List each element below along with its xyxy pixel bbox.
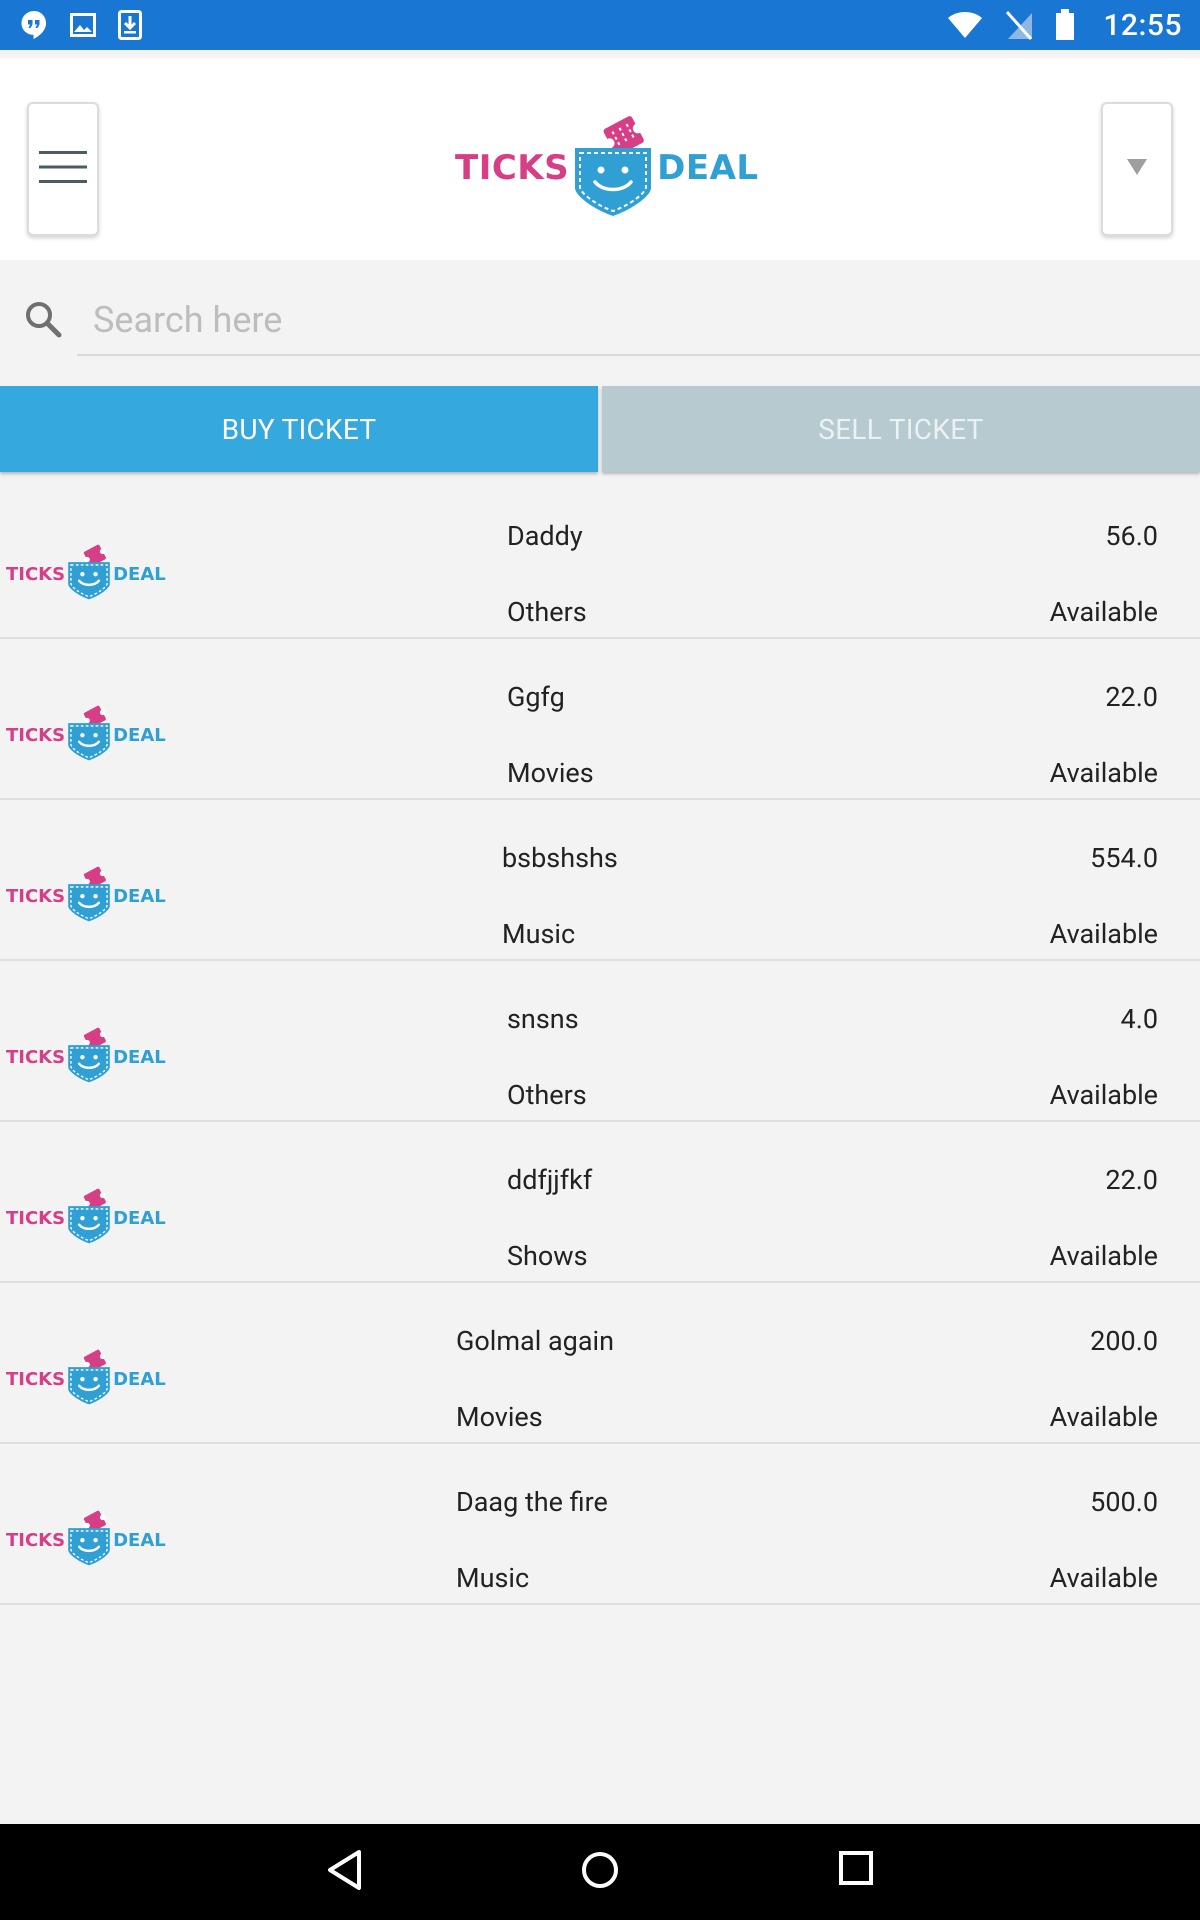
ticket-name: Golmal again (456, 1325, 614, 1357)
ticket-logo: TICKS DEAL (6, 542, 166, 606)
ticket-row[interactable]: TICKS DEAL Ggfg Movies 22.0 Available (0, 639, 1200, 800)
pocket-smile-icon (66, 1508, 112, 1572)
logo-text-left: TICKS (6, 885, 66, 907)
app-logo: TICKS DEAL (455, 114, 759, 222)
download-icon (118, 10, 142, 40)
ticket-price: 56.0 (1105, 520, 1158, 552)
pocket-smile-icon (66, 1347, 112, 1411)
ticket-price: 22.0 (1105, 681, 1158, 713)
ticket-price: 200.0 (1090, 1325, 1158, 1357)
ticket-category: Movies (507, 757, 594, 789)
hangouts-icon (20, 10, 48, 40)
search-icon (24, 300, 62, 342)
ticket-category: Music (502, 918, 576, 950)
status-time: 12:55 (1103, 7, 1182, 43)
pocket-smile-icon (66, 1025, 112, 1089)
home-icon[interactable] (580, 1848, 620, 1896)
ticket-status: Available (1049, 1562, 1158, 1594)
pocket-smile-icon (66, 542, 112, 606)
ticket-price: 4.0 (1120, 1003, 1158, 1035)
wifi-icon (947, 11, 983, 39)
ticket-row[interactable]: TICKS DEAL Daddy Others 56.0 Available (0, 478, 1200, 639)
logo-text-left: TICKS (6, 563, 66, 585)
ticket-logo: TICKS DEAL (6, 1347, 166, 1411)
battery-icon (1055, 9, 1075, 41)
ticket-category: Others (507, 1079, 587, 1111)
ticket-row[interactable]: TICKS DEAL Golmal again Movies 200.0 Ava… (0, 1283, 1200, 1444)
ticket-logo: TICKS DEAL (6, 703, 166, 767)
ticket-logo: TICKS DEAL (6, 864, 166, 928)
logo-text-right: DEAL (113, 724, 166, 746)
image-icon (70, 13, 96, 37)
ticket-logo: TICKS DEAL (6, 1508, 166, 1572)
logo-text-left: TICKS (6, 1046, 66, 1068)
pocket-smile-icon (571, 114, 655, 222)
ticket-price: 500.0 (1090, 1486, 1158, 1518)
logo-text-left: TICKS (6, 1207, 66, 1229)
ticket-logo: TICKS DEAL (6, 1025, 166, 1089)
search-bar (0, 260, 1200, 360)
ticket-status: Available (1049, 757, 1158, 789)
tab-buy-ticket[interactable]: BUY TICKET (0, 386, 598, 472)
search-input[interactable] (77, 286, 1200, 356)
pocket-smile-icon (66, 1186, 112, 1250)
ticket-status: Available (1049, 1240, 1158, 1272)
ticket-row[interactable]: TICKS DEAL snsns Others 4.0 Available (0, 961, 1200, 1122)
logo-text-right: DEAL (113, 885, 166, 907)
hamburger-menu-icon (39, 150, 87, 188)
ticket-logo: TICKS DEAL (6, 1186, 166, 1250)
ticket-name: snsns (507, 1003, 579, 1035)
ticket-status: Available (1049, 1079, 1158, 1111)
ticket-category: Music (456, 1562, 530, 1594)
ticket-row[interactable]: TICKS DEAL ddfjjfkf Shows 22.0 Available (0, 1122, 1200, 1283)
status-bar: 12:55 (0, 0, 1200, 50)
logo-text-right: DEAL (113, 1207, 166, 1229)
ticket-name: Daag the fire (456, 1486, 608, 1518)
system-nav-bar (0, 1824, 1200, 1920)
ticket-list: TICKS DEAL Daddy Others 56.0 Available T… (0, 478, 1200, 1605)
recents-icon[interactable] (838, 1850, 874, 1890)
ticket-row[interactable]: TICKS DEAL Daag the fire Music 500.0 Ava… (0, 1444, 1200, 1605)
logo-text-left: TICKS (6, 1529, 66, 1551)
logo-text-left: TICKS (455, 148, 570, 188)
logo-text-left: TICKS (6, 1368, 66, 1390)
ticket-price: 554.0 (1090, 842, 1158, 874)
logo-text-right: DEAL (113, 563, 166, 585)
ticket-row[interactable]: TICKS DEAL bsbshshs Music 554.0 Availabl… (0, 800, 1200, 961)
tab-sell-ticket[interactable]: SELL TICKET (602, 386, 1200, 472)
ticket-status: Available (1049, 1401, 1158, 1433)
logo-text-right: DEAL (113, 1529, 166, 1551)
back-icon[interactable] (325, 1848, 365, 1896)
menu-button[interactable] (27, 102, 99, 236)
ticket-name: ddfjjfkf (507, 1164, 593, 1196)
ticket-name: Ggfg (507, 681, 565, 713)
ticket-category: Others (507, 596, 587, 628)
ticket-price: 22.0 (1105, 1164, 1158, 1196)
no-sim-icon (1005, 10, 1033, 40)
logo-text-right: DEAL (113, 1368, 166, 1390)
ticket-category: Movies (456, 1401, 543, 1433)
ticket-status: Available (1049, 596, 1158, 628)
logo-text-left: TICKS (6, 724, 66, 746)
dropdown-button[interactable] (1101, 102, 1173, 236)
app-header: TICKS DEAL (0, 50, 1200, 260)
logo-text-right: DEAL (113, 1046, 166, 1068)
logo-text-right: DEAL (657, 148, 759, 188)
triangle-down-icon (1127, 159, 1147, 179)
ticket-name: bsbshshs (502, 842, 618, 874)
ticket-name: Daddy (507, 520, 583, 552)
pocket-smile-icon (66, 703, 112, 767)
pocket-smile-icon (66, 864, 112, 928)
ticket-category: Shows (507, 1240, 588, 1272)
ticket-status: Available (1049, 918, 1158, 950)
